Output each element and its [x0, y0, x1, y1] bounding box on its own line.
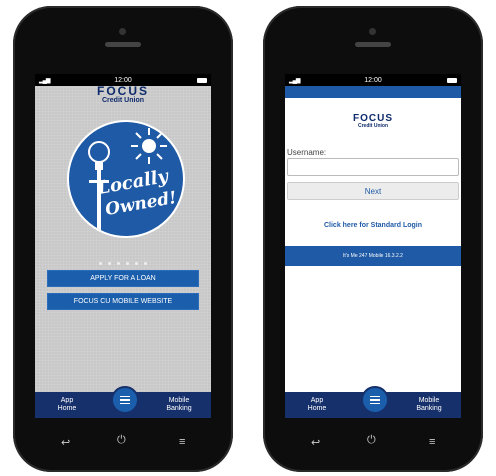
- status-bar: ▂▄▆ 12:00: [285, 74, 461, 86]
- earpiece: [105, 42, 141, 47]
- hardware-nav: ↩ ⏻ ≡: [13, 434, 233, 452]
- phone-right: ▂▄▆ 12:00 FOCUS Credit Union Username: N…: [263, 6, 483, 472]
- focus-logo: FOCUS Credit Union: [353, 113, 393, 130]
- tab-mobile-banking[interactable]: Mobile Banking: [159, 397, 199, 413]
- sun-icon: [131, 128, 167, 164]
- front-camera: [119, 28, 126, 35]
- menu-icon[interactable]: ≡: [429, 436, 435, 448]
- power-icon[interactable]: ⏻: [117, 434, 126, 447]
- carousel-dot[interactable]: [99, 262, 102, 265]
- tab-app-home[interactable]: App Home: [47, 397, 87, 413]
- phone-left: ▂▄▆ 12:00 FOCUS Credit Union Locally Own…: [13, 6, 233, 472]
- carousel-dot[interactable]: [144, 262, 147, 265]
- back-icon[interactable]: ↩: [311, 436, 320, 449]
- tab-mobile-banking[interactable]: Mobile Banking: [409, 397, 449, 413]
- carousel-dot[interactable]: [117, 262, 120, 265]
- version-banner: It's Me 247 Mobile 16.3.2.2: [285, 246, 461, 266]
- screen-right: ▂▄▆ 12:00 FOCUS Credit Union Username: N…: [285, 74, 461, 418]
- apply-for-loan-button[interactable]: APPLY FOR A LOAN: [47, 270, 199, 287]
- header-bar: [285, 86, 461, 98]
- focus-logo: FOCUS Credit Union: [97, 84, 149, 104]
- power-icon[interactable]: ⏻: [367, 434, 376, 447]
- earpiece: [355, 42, 391, 47]
- menu-fab-button[interactable]: [111, 386, 139, 414]
- mobile-website-button[interactable]: FOCUS CU MOBILE WEBSITE: [47, 293, 199, 310]
- menu-fab-button[interactable]: [361, 386, 389, 414]
- status-time: 12:00: [114, 76, 132, 84]
- battery-icon: [197, 77, 207, 83]
- battery-icon: [447, 77, 457, 83]
- tab-bar: App Home Mobile Banking: [35, 386, 211, 418]
- username-label: Username:: [287, 148, 327, 157]
- front-camera: [369, 28, 376, 35]
- standard-login-link[interactable]: Click here for Standard Login: [285, 222, 461, 229]
- next-button[interactable]: Next: [287, 182, 459, 200]
- menu-icon[interactable]: ≡: [179, 436, 185, 448]
- carousel-dot[interactable]: [135, 262, 138, 265]
- carousel-dots: [35, 262, 211, 265]
- signal-icon: ▂▄▆: [289, 77, 301, 84]
- screen-left: ▂▄▆ 12:00 FOCUS Credit Union Locally Own…: [35, 74, 211, 418]
- back-icon[interactable]: ↩: [61, 436, 70, 449]
- signal-icon: ▂▄▆: [39, 77, 51, 84]
- tab-bar: App Home Mobile Banking: [285, 386, 461, 418]
- tab-app-home[interactable]: App Home: [297, 397, 337, 413]
- username-input[interactable]: [287, 158, 459, 176]
- carousel-dot[interactable]: [126, 262, 129, 265]
- locally-owned-badge: Locally Owned!: [67, 120, 185, 238]
- carousel-dot[interactable]: [108, 262, 111, 265]
- hardware-nav: ↩ ⏻ ≡: [263, 434, 483, 452]
- status-time: 12:00: [364, 76, 382, 84]
